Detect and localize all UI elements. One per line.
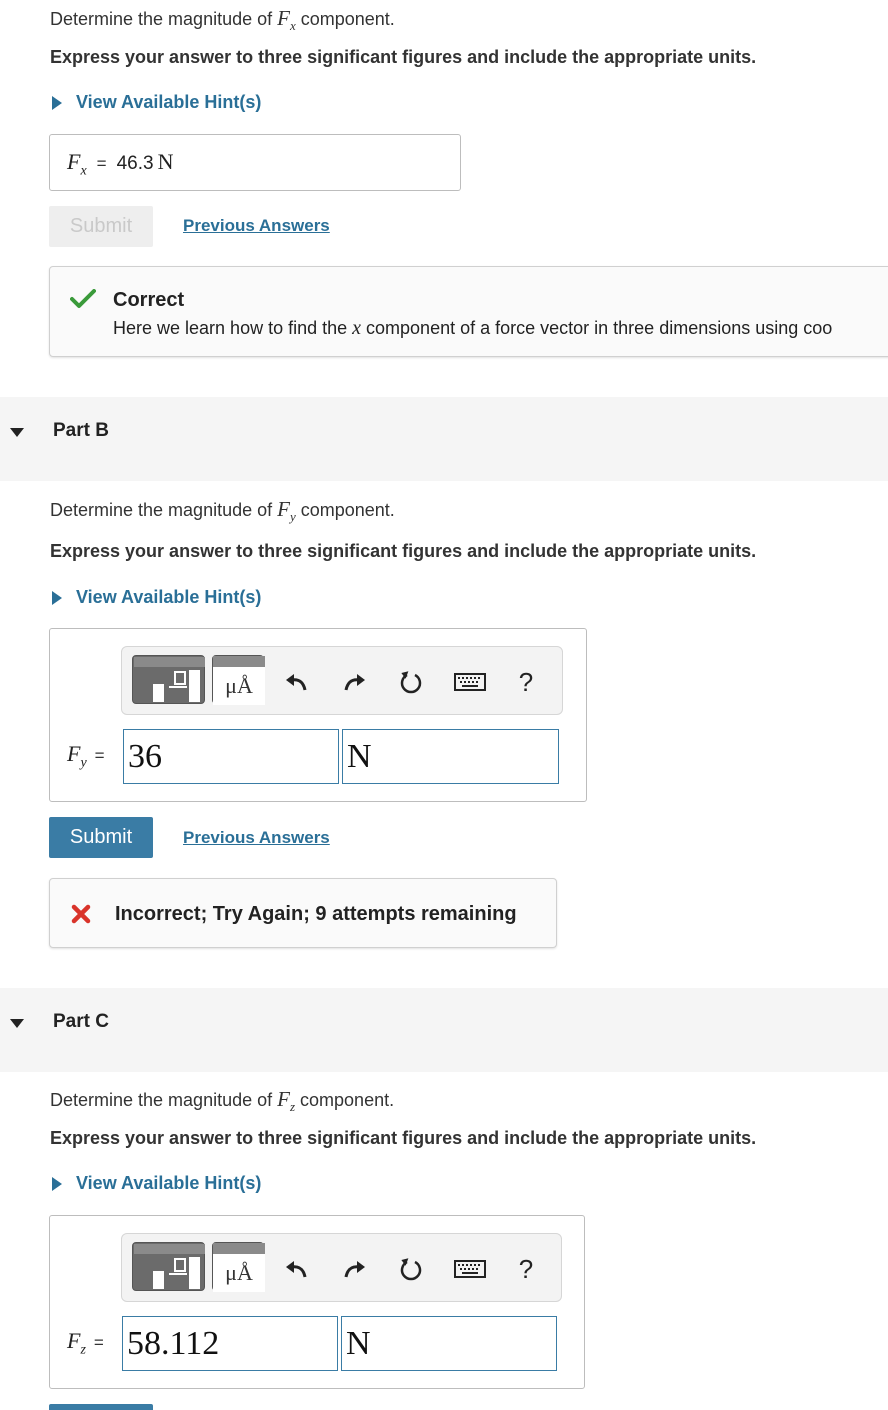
expand-triangle-icon <box>52 590 62 605</box>
part-c-submit-button[interactable] <box>49 1404 153 1410</box>
help-icon[interactable]: ? <box>511 1254 541 1284</box>
hint-label: View Available Hint(s) <box>76 1173 262 1193</box>
part-a-question: Determine the magnitude of Fx component. <box>50 6 395 34</box>
question-prefix: Determine the magnitude of <box>50 9 278 29</box>
part-c-answer-box: μÅ ? Fz = 58.112 N <box>49 1215 585 1389</box>
undo-icon[interactable] <box>281 667 311 697</box>
part-b-hint-link[interactable]: View Available Hint(s) <box>52 587 261 608</box>
answer-var-sub: y <box>80 755 87 771</box>
x-mark-icon <box>71 904 91 924</box>
feedback-text-suffix: component of a force vector in three dim… <box>361 318 833 338</box>
hint-label: View Available Hint(s) <box>76 587 262 607</box>
reset-icon[interactable] <box>396 1254 426 1284</box>
answer-var-sub: z <box>80 1342 86 1358</box>
unit-input[interactable]: N <box>342 729 559 784</box>
question-suffix: component. <box>295 1090 395 1110</box>
answer-var-main: F <box>67 1328 81 1353</box>
part-b-previous-answers-link[interactable]: Previous Answers <box>183 828 330 848</box>
part-b-instructions: Express your answer to three significant… <box>50 541 757 561</box>
feedback-text: Here we learn how to find the x componen… <box>113 317 832 340</box>
feedback-text: Incorrect; Try Again; 9 attempts remaini… <box>115 903 517 925</box>
templates-button[interactable] <box>132 655 205 704</box>
collapse-caret-icon <box>10 428 24 437</box>
question-suffix: component. <box>295 500 395 520</box>
answer-unit: N <box>157 149 174 174</box>
answer-var-main: F <box>67 741 81 766</box>
templates-button[interactable] <box>132 1242 205 1291</box>
value-input[interactable]: 58.112 <box>122 1316 338 1371</box>
math-toolbar: μÅ ? <box>121 646 563 715</box>
answer-variable: Fy <box>67 741 87 771</box>
part-b-answer-box: μÅ ? Fy = 36 N <box>49 628 587 802</box>
feedback-text-prefix: Here we learn how to find the <box>113 318 353 338</box>
redo-icon[interactable] <box>340 1254 370 1284</box>
answer-var-main: F <box>67 149 81 174</box>
units-button[interactable]: μÅ <box>212 1242 265 1292</box>
feedback-text-var: x <box>352 317 362 339</box>
question-variable: Fx <box>277 6 296 33</box>
part-a-submit-button[interactable]: Submit <box>49 206 153 247</box>
templates-icon <box>134 657 205 702</box>
part-b-header[interactable]: Part B <box>0 397 888 481</box>
units-button-band <box>213 1243 265 1254</box>
question-variable: Fy <box>277 497 296 524</box>
part-a-answer-box: Fx = 46.3 N <box>49 134 461 191</box>
checkmark-icon <box>70 289 96 308</box>
var-main: F <box>277 6 290 30</box>
units-button[interactable]: μÅ <box>212 655 265 705</box>
question-prefix: Determine the magnitude of <box>50 1090 278 1110</box>
part-a-instructions: Express your answer to three significant… <box>50 47 757 67</box>
answer-variable: Fx <box>67 149 87 179</box>
units-button-band <box>213 656 265 667</box>
reset-icon[interactable] <box>396 667 426 697</box>
part-c-title: Part C <box>53 1011 109 1032</box>
answer-var-sub: x <box>80 163 87 179</box>
part-c-hint-link[interactable]: View Available Hint(s) <box>52 1173 261 1194</box>
question-suffix: component. <box>295 9 395 29</box>
part-b-submit-button[interactable]: Submit <box>49 817 153 858</box>
part-a-hint-link[interactable]: View Available Hint(s) <box>52 92 261 113</box>
part-c-header[interactable]: Part C <box>0 988 888 1072</box>
var-main: F <box>277 497 290 521</box>
math-toolbar: μÅ ? <box>121 1233 562 1302</box>
var-main: F <box>277 1087 290 1111</box>
equals-sign: = <box>93 1333 104 1352</box>
templates-icon <box>134 1244 205 1289</box>
answer-variable: Fz <box>67 1328 86 1358</box>
keyboard-icon[interactable] <box>452 667 488 697</box>
feedback-title: Correct <box>113 289 185 311</box>
part-b-title: Part B <box>53 420 109 441</box>
hint-label: View Available Hint(s) <box>76 92 262 112</box>
part-b-question: Determine the magnitude of Fy component. <box>50 497 395 525</box>
part-c-instructions: Express your answer to three significant… <box>50 1128 757 1148</box>
units-button-label: μÅ <box>213 667 265 705</box>
equals-sign: = <box>96 154 107 173</box>
answer-value: 46.3 <box>116 153 154 174</box>
units-button-label: μÅ <box>213 1254 265 1292</box>
part-c-question: Determine the magnitude of Fz component. <box>50 1087 394 1115</box>
value-input[interactable]: 36 <box>123 729 339 784</box>
unit-input[interactable]: N <box>341 1316 557 1371</box>
redo-icon[interactable] <box>340 667 370 697</box>
part-b-feedback-incorrect: Incorrect; Try Again; 9 attempts remaini… <box>49 878 557 948</box>
expand-triangle-icon <box>52 1176 62 1191</box>
expand-triangle-icon <box>52 95 62 110</box>
question-variable: Fz <box>277 1087 295 1114</box>
equals-sign: = <box>94 746 105 765</box>
part-a-feedback-correct: Correct Here we learn how to find the x … <box>49 266 888 357</box>
keyboard-icon[interactable] <box>452 1254 488 1284</box>
collapse-caret-icon <box>10 1019 24 1028</box>
part-a-previous-answers-link[interactable]: Previous Answers <box>183 216 330 236</box>
undo-icon[interactable] <box>281 1254 311 1284</box>
question-prefix: Determine the magnitude of <box>50 500 278 520</box>
help-icon[interactable]: ? <box>511 667 541 697</box>
